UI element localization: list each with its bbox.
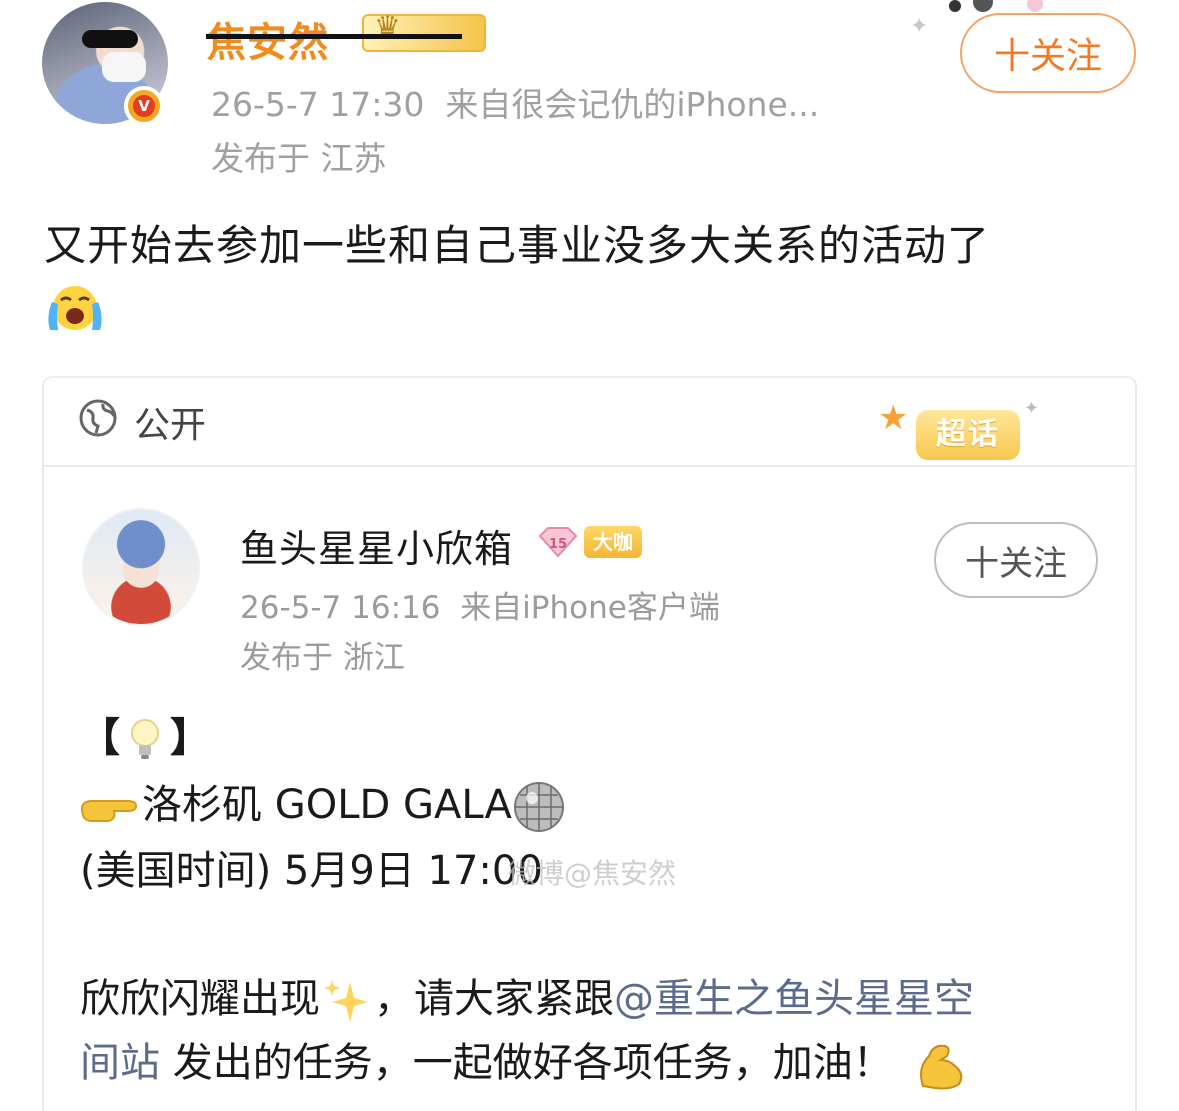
card-body-line-1: 欣欣闪耀出现 ，请大家紧跟@重生之鱼头星星空 <box>80 966 974 1026</box>
post-meta-line: 26-5-7 17:30 来自很会记仇的iPhone... <box>211 78 819 126</box>
flexed-biceps-icon <box>919 1044 962 1090</box>
post-text: 又开始去参加一些和自己事业没多大关系的活动了 <box>44 221 991 270</box>
card-divider <box>44 465 1135 467</box>
sparkles-icon <box>324 980 368 1022</box>
event-title: 洛杉矶 GOLD GALA <box>142 782 512 828</box>
light-bulb-icon <box>131 719 159 759</box>
level-diamond-icon: 15 <box>538 527 578 558</box>
card-author-avatar[interactable] <box>82 508 200 626</box>
card-meta-line: 26-5-7 16:16 来自iPhone客户端 <box>240 582 720 627</box>
card-body-line-2: 间站 发出的任务，一起做好各项任务，加油！ <box>80 1030 969 1092</box>
card-follow-button[interactable]: 十关注 <box>934 522 1098 598</box>
card-post-source: 来自iPhone客户端 <box>460 590 720 626</box>
star-icon: ★ <box>878 398 909 438</box>
card-line-bulb: 【 】 <box>80 705 210 763</box>
card-line-event: 洛杉矶 GOLD GALA <box>80 772 566 834</box>
sparkle-icon: ✦ <box>910 14 929 39</box>
bracket-open: 【 <box>80 715 120 761</box>
level-number: 15 <box>549 537 567 552</box>
author-name[interactable]: 焦安然 <box>206 10 329 68</box>
sparkle-icon: ✦ <box>1024 398 1040 419</box>
loudly-crying-face-icon <box>48 286 102 330</box>
name-strikethrough <box>206 34 462 39</box>
crown-icon: ♛ <box>374 10 401 45</box>
pointing-hand-icon <box>80 800 138 822</box>
card-post-location: 发布于 浙江 <box>240 640 405 676</box>
mention-link-cont[interactable]: 间站 <box>80 1040 160 1086</box>
body-text: 发出的任务，一起做好各项任务，加油！ <box>172 1040 893 1086</box>
follow-button[interactable]: 十关注 <box>960 13 1136 93</box>
body-text: ，请大家紧跟 <box>374 976 614 1022</box>
post-source: 来自很会记仇的iPhone... <box>445 85 820 124</box>
verified-icon: V <box>124 86 164 126</box>
event-time: (美国时间) 5月9日 17:00 <box>80 848 543 894</box>
member-crown-badge[interactable]: ♛ <box>362 10 486 52</box>
globe-icon <box>79 399 117 437</box>
vip-badge: 大咖 <box>584 526 642 558</box>
card-author-name[interactable]: 鱼头星星小欣箱 <box>240 518 513 573</box>
super-topic-label: 超话 <box>916 410 1020 460</box>
visibility-label: 公开 <box>134 405 207 446</box>
super-topic-badge[interactable]: ★ 超话 ✦ <box>878 398 1048 468</box>
sticker-decoration-icon <box>949 0 1043 12</box>
avatar-sunglasses <box>82 30 138 48</box>
weibo-watermark: 微博@焦安然 <box>508 857 677 890</box>
avatar-mask <box>102 52 146 82</box>
card-post-time: 26-5-7 16:16 <box>240 590 441 626</box>
bracket-close: 】 <box>170 715 210 761</box>
post-time: 26-5-7 17:30 <box>211 85 425 124</box>
body-text: 欣欣闪耀出现 <box>80 976 320 1022</box>
mention-link[interactable]: @重生之鱼头星星空 <box>614 976 974 1022</box>
post-location: 发布于 江苏 <box>211 139 387 178</box>
disco-ball-icon <box>513 782 564 832</box>
